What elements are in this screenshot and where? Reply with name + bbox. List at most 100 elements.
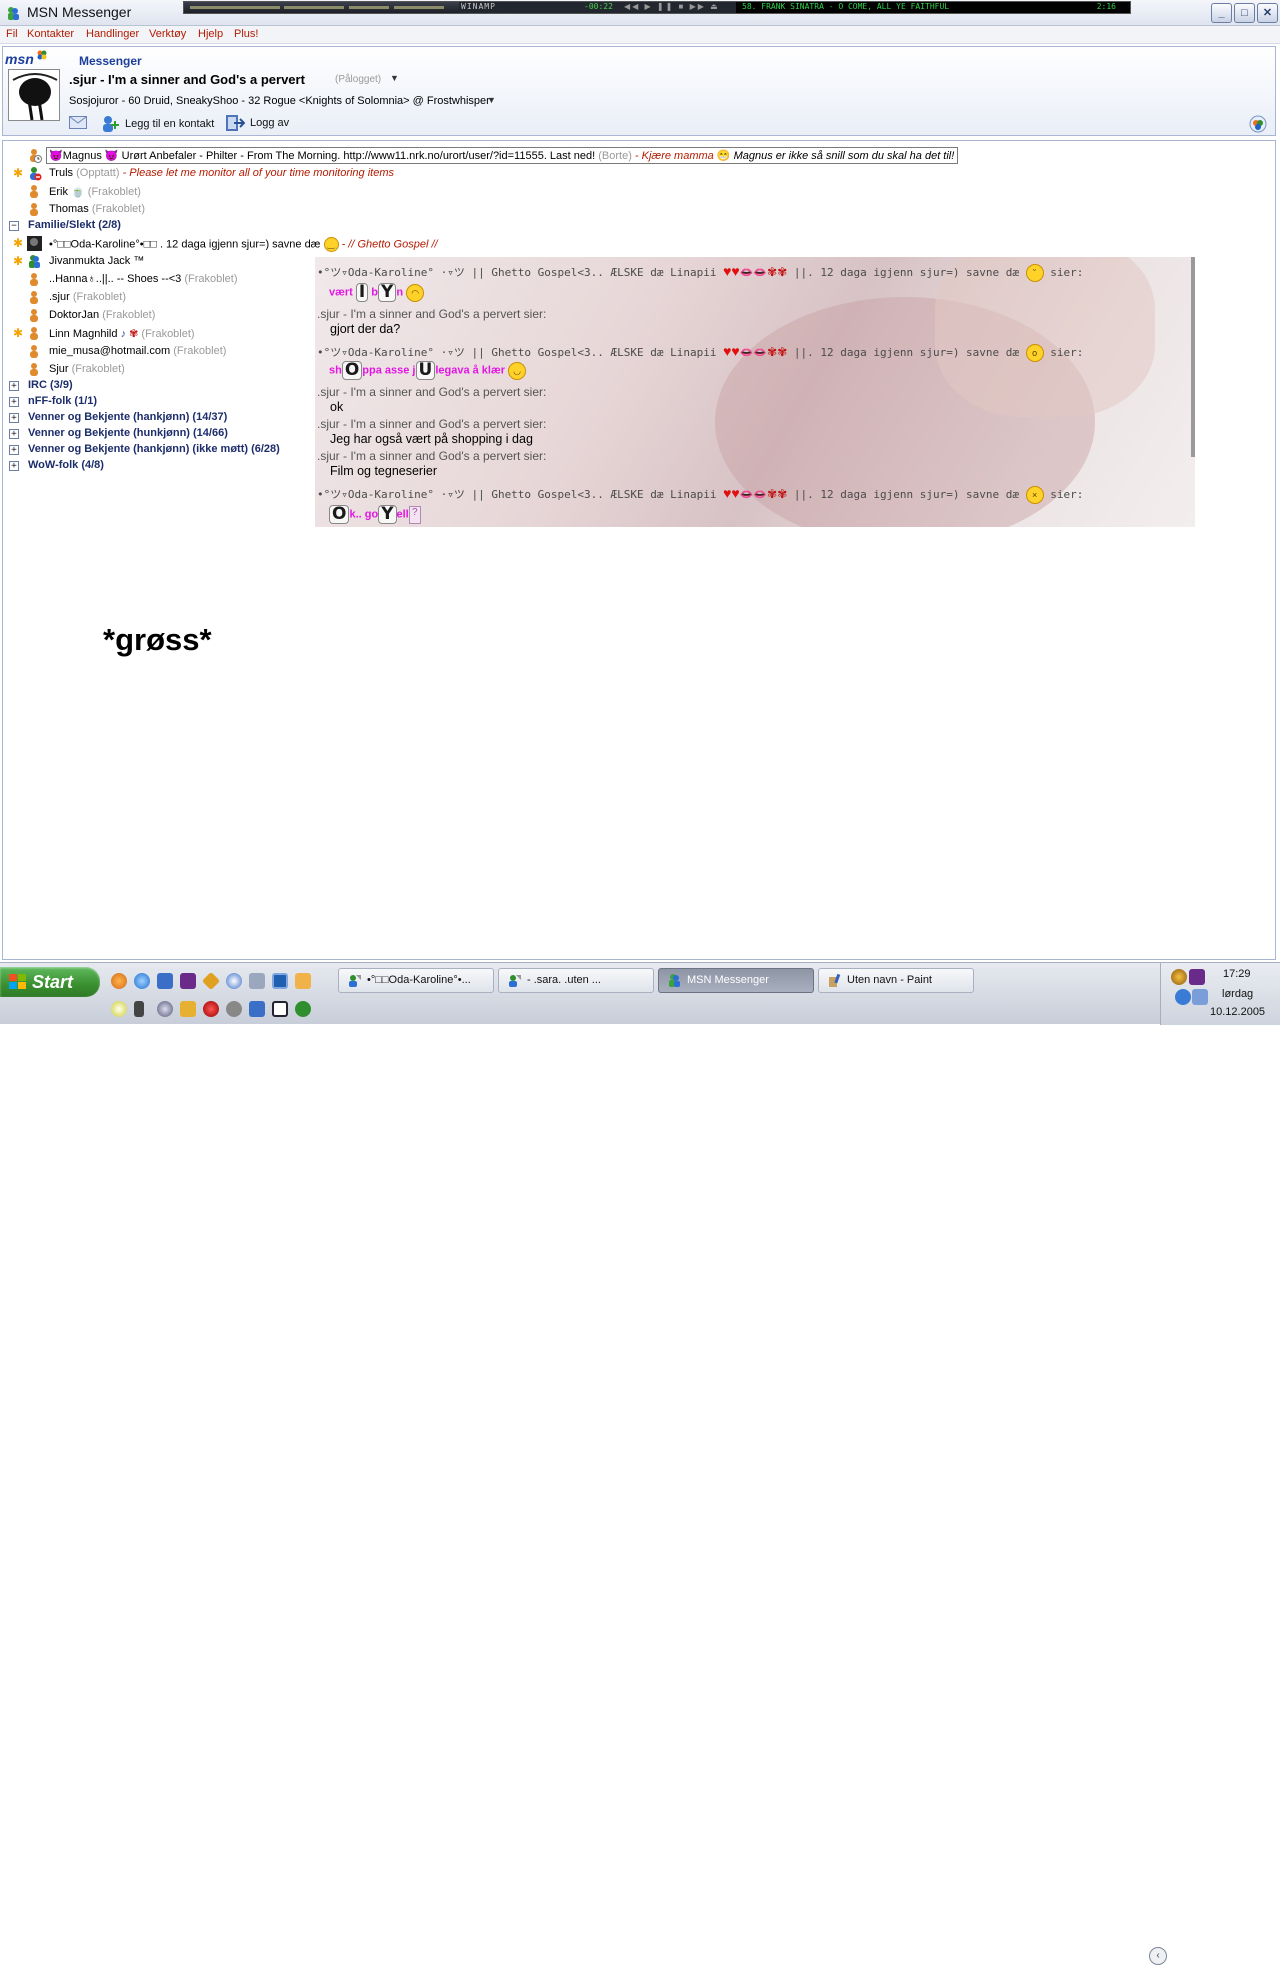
group-name: Venner og Bekjente (hankjønn) (ikke møtt…	[28, 443, 280, 455]
contact-row[interactable]: Erik 🍵 (Frakoblet)	[3, 183, 303, 200]
volume-icon[interactable]	[1192, 989, 1208, 1005]
contact-message: Urørt Anbefaler - Philter - From The Mor…	[118, 150, 599, 162]
chevron-down-icon[interactable]: ▼	[487, 95, 496, 105]
winamp-icon[interactable]	[201, 971, 221, 991]
app-icon[interactable]	[180, 973, 196, 989]
menu-file[interactable]: Fil	[6, 28, 18, 40]
expand-toggle[interactable]: +	[9, 445, 19, 455]
paint-icon	[829, 973, 841, 987]
app-icon[interactable]	[226, 1001, 242, 1017]
contact-row[interactable]: 😈Magnus 😈 Urørt Anbefaler - Philter - Fr…	[3, 147, 963, 164]
contact-row[interactable]: ..Hanna♁..||.. -- Shoes --<3 (Frakoblet)	[3, 271, 303, 288]
contact-label: Truls (Opptatt) - Please let me monitor …	[49, 167, 394, 179]
contact-row[interactable]: mie_musa@hotmail.com (Frakoblet)	[3, 343, 303, 360]
app-icon[interactable]	[272, 973, 288, 989]
maximize-button[interactable]: □	[1234, 3, 1255, 23]
logoff-icon[interactable]	[225, 114, 245, 132]
contact-status: (Frakoblet)	[91, 203, 145, 215]
app-icon[interactable]	[111, 1001, 127, 1017]
contact-row[interactable]: ✱ Truls (Opptatt) - Please let me monito…	[3, 165, 703, 182]
contact-label: mie_musa@hotmail.com (Frakoblet)	[49, 345, 226, 357]
cd-icon[interactable]	[157, 1001, 173, 1017]
group-header-friends-male[interactable]: + Venner og Bekjente (hankjønn) (14/37)	[3, 410, 323, 426]
group-header-irc[interactable]: + IRC (3/9)	[3, 378, 323, 394]
contact-row[interactable]: .sjur (Frakoblet)	[3, 289, 303, 306]
menu-actions[interactable]: Handlinger	[86, 28, 139, 40]
group-header-friends-unmet[interactable]: + Venner og Bekjente (hankjønn) (ikke mø…	[3, 442, 323, 458]
group-header-family[interactable]: − Familie/Slekt (2/8)	[3, 218, 303, 234]
msn-tray-icon[interactable]	[1175, 989, 1191, 1005]
tray-app-icon[interactable]	[1171, 969, 1187, 985]
add-contact-link[interactable]: Legg til en kontakt	[125, 118, 214, 130]
winamp-controls[interactable]: ◀◀ ▶ ❚❚ ■ ▶▶ ⏏	[624, 2, 720, 11]
contact-label: DoktorJan (Frakoblet)	[49, 309, 155, 321]
butterfly-icon	[37, 50, 47, 60]
app-icon[interactable]	[249, 1001, 265, 1017]
app-icon[interactable]	[203, 1001, 219, 1017]
message-text: k.. go	[349, 508, 379, 521]
expand-toggle[interactable]: +	[9, 413, 19, 423]
contact-personal-message: - // Ghetto Gospel //	[338, 238, 438, 251]
add-contact-icon[interactable]	[101, 115, 121, 133]
contact-row[interactable]: DoktorJan (Frakoblet)	[3, 307, 303, 324]
status-label[interactable]: (Pålogget)	[335, 74, 381, 85]
app-icon[interactable]	[180, 1001, 196, 1017]
online-buddy-icon	[29, 255, 40, 268]
media-player-icon[interactable]	[226, 973, 242, 989]
firefox-icon[interactable]	[111, 973, 127, 989]
contact-row[interactable]: ✱ Linn Magnhild ♪ ✾ (Frakoblet)	[3, 325, 303, 342]
logoff-link[interactable]: Logg av	[250, 117, 289, 129]
chevron-down-icon[interactable]: ▼	[390, 73, 399, 83]
offline-buddy-icon	[30, 327, 38, 340]
group-header-wow[interactable]: + WoW-folk (4/8)	[3, 458, 323, 474]
msn-icon[interactable]	[295, 1001, 311, 1017]
task-label: - .sara. .uten ...	[527, 974, 601, 986]
app-icon[interactable]	[134, 1001, 144, 1017]
outlook-icon[interactable]	[157, 973, 173, 989]
task-button-sara[interactable]: - .sara. .uten ...	[498, 968, 654, 993]
offline-buddy-icon	[30, 185, 38, 198]
task-button-msn[interactable]: MSN Messenger	[658, 968, 814, 993]
contact-row[interactable]: Sjur (Frakoblet)	[3, 361, 303, 378]
collapse-toggle[interactable]: −	[9, 221, 19, 231]
contact-name: Jivanmukta Jack ™	[49, 255, 145, 267]
clock-time[interactable]: 17:29	[1223, 968, 1251, 980]
minimize-button[interactable]: _	[1211, 3, 1232, 23]
task-button-paint[interactable]: Uten navn - Paint	[818, 968, 974, 993]
profile-header: msn Messenger .sjur - I'm a sinner and G…	[2, 46, 1276, 136]
message-text: legava å klær	[435, 364, 506, 377]
window-icon[interactable]	[272, 1001, 288, 1017]
group-header-nff[interactable]: + nFF-folk (1/1)	[3, 394, 323, 410]
group-header-friends-female[interactable]: + Venner og Bekjente (hunkjønn) (14/66)	[3, 426, 323, 442]
contact-row[interactable]: ✱ Jivanmukta Jack ™	[3, 253, 303, 270]
menu-help[interactable]: Hjelp	[198, 28, 223, 40]
task-button-oda[interactable]: •°□□Oda-Karoline°•...	[338, 968, 494, 993]
mail-icon[interactable]	[69, 116, 87, 129]
menu-contacts[interactable]: Kontakter	[27, 28, 74, 40]
winamp-bar[interactable]: WINAMP -00:22 ◀◀ ▶ ❚❚ ■ ▶▶ ⏏ 58. FRANK S…	[183, 1, 1131, 14]
start-button[interactable]: Start	[0, 967, 100, 997]
folder-icon[interactable]	[295, 973, 311, 989]
close-button[interactable]: ✕	[1257, 3, 1278, 23]
printer-icon[interactable]	[249, 973, 265, 989]
expand-toggle[interactable]: +	[9, 397, 19, 407]
menu-plus[interactable]: Plus!	[234, 28, 258, 40]
contact-row[interactable]: ✱ •°□□Oda-Karoline°•□□ . 12 daga igjenn …	[3, 235, 703, 252]
display-name[interactable]: .sjur - I'm a sinner and God's a pervert	[69, 72, 305, 87]
personal-message[interactable]: Sosjojuror - 60 Druid, SneakyShoo - 32 R…	[69, 95, 490, 107]
avatar[interactable]	[8, 69, 60, 121]
menu-tools[interactable]: Verktøy	[149, 28, 186, 40]
expand-toggle[interactable]: +	[9, 461, 19, 471]
internet-explorer-icon[interactable]	[134, 973, 150, 989]
msn-chat-icon	[509, 975, 521, 987]
expand-toggle[interactable]: +	[9, 429, 19, 439]
winamp-song-display: 58. FRANK SINATRA - O COME, ALL YE FAITH…	[736, 2, 1130, 13]
show-hidden-icons-button[interactable]: ‹	[1149, 1947, 1167, 1965]
selected-contact-box[interactable]: 😈Magnus 😈 Urørt Anbefaler - Philter - Fr…	[46, 147, 958, 164]
msn-logo: msn	[5, 51, 34, 67]
tray-app-icon[interactable]	[1189, 969, 1205, 985]
msn-today-icon[interactable]	[1249, 115, 1267, 133]
contact-row[interactable]: Thomas (Frakoblet)	[3, 201, 303, 218]
expand-toggle[interactable]: +	[9, 381, 19, 391]
task-label: Uten navn - Paint	[847, 974, 932, 986]
